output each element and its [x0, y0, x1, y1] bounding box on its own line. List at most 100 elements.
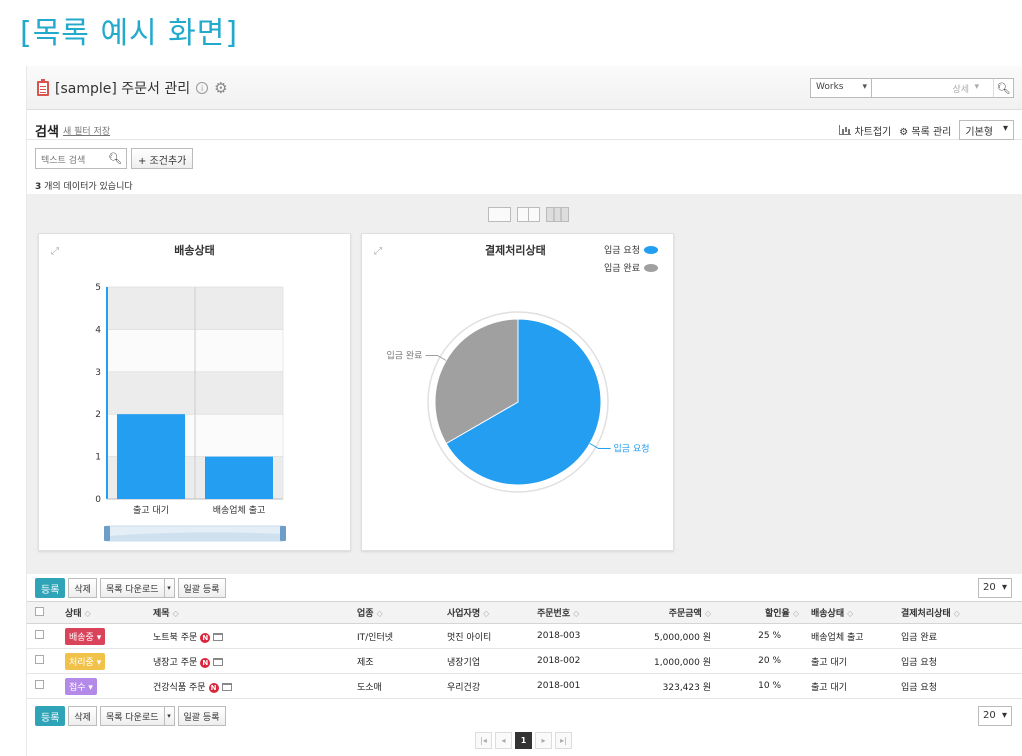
col-order-no[interactable]: 주문번호 ◇	[533, 601, 613, 624]
list-manage-button[interactable]: ⚙ 목록 관리	[899, 123, 951, 138]
gear-icon[interactable]: ⚙	[214, 80, 227, 96]
gear-icon: ⚙	[899, 126, 909, 138]
register-button[interactable]: 등록	[35, 578, 66, 598]
row-title[interactable]: 냉장고 주문	[153, 658, 197, 668]
table-row[interactable]: 처리중 ▾ 냉장고 주문 N 제조 냉장기업 2018-002 1,000,000…	[27, 648, 1022, 674]
select-all-checkbox[interactable]	[35, 606, 44, 616]
chevron-down-icon[interactable]: ▾	[164, 578, 175, 598]
header-search-input[interactable]: 상세	[872, 79, 993, 97]
prev-page-icon[interactable]: ◂	[495, 732, 512, 749]
search-scope-select[interactable]: Works	[811, 79, 872, 97]
status-badge-label: 배송중	[69, 632, 94, 643]
page-size-select[interactable]: 20	[978, 706, 1012, 726]
select-all-cell	[27, 601, 61, 624]
order-no-cell: 2018-003	[533, 623, 613, 649]
search-icon[interactable]: 🔍︎	[993, 79, 1013, 97]
row-select-cell	[27, 648, 61, 674]
save-filter-link[interactable]: 새 필터 저장	[63, 124, 110, 137]
payment-cell: 입금 완료	[897, 623, 1022, 649]
order-no-cell: 2018-002	[533, 648, 613, 674]
col-industry[interactable]: 업종 ◇	[353, 601, 443, 624]
y-tick-label: 1	[95, 453, 101, 463]
row-checkbox[interactable]	[35, 655, 44, 664]
col-status-label: 상태	[65, 609, 82, 619]
bulk-register-button[interactable]: 일괄 등록	[177, 578, 226, 598]
chevron-down-icon[interactable]: ▾	[164, 706, 175, 726]
discount-cell: 10 %	[727, 673, 807, 699]
col-discount[interactable]: 할인율 ◇	[727, 601, 807, 624]
search-bar: 검색 새 필터 저장 차트접기 ⚙ 목록 관리 기본형	[27, 110, 1022, 140]
industry-cell: 도소매	[353, 673, 443, 699]
payment-cell: 입금 요청	[897, 648, 1022, 674]
page-size-select[interactable]: 20	[978, 578, 1012, 598]
list-tools: 차트접기 ⚙ 목록 관리 기본형	[839, 120, 1014, 140]
chart-fold-button[interactable]: 차트접기	[839, 123, 891, 138]
title-cell[interactable]: 건강식품 주문 N	[149, 673, 353, 699]
popup-window-icon[interactable]	[213, 633, 224, 641]
add-condition-button[interactable]: + 조건추가	[131, 148, 194, 169]
title-cell[interactable]: 냉장고 주문 N	[149, 648, 353, 674]
discount-cell: 25 %	[727, 623, 807, 649]
page-number-current[interactable]: 1	[515, 732, 532, 749]
download-dropdown[interactable]: 목록 다운로드 ▾	[99, 706, 175, 726]
sort-icon: ◇	[483, 609, 490, 618]
filter-row: 텍스트 검색 🔍︎ + 조건추가	[35, 148, 194, 169]
col-shipping[interactable]: 배송상태 ◇	[807, 601, 897, 624]
col-status[interactable]: 상태 ◇	[61, 601, 149, 624]
legend-marker	[644, 264, 658, 272]
col-company[interactable]: 사업자명 ◇	[443, 601, 533, 624]
status-badge[interactable]: 배송중 ▾	[65, 627, 106, 645]
table-row[interactable]: 배송중 ▾ 노트북 주문 N IT/인터넷 멋진 아이티 2018-003 5,0…	[27, 623, 1022, 649]
table-toolbar-top: 등록 삭제 목록 다운로드 ▾ 일괄 등록	[35, 578, 226, 598]
search-icon[interactable]: 🔍︎	[108, 152, 122, 165]
download-dropdown[interactable]: 목록 다운로드 ▾	[99, 578, 175, 598]
legend-label: 입금 완료	[604, 262, 640, 274]
popup-window-icon[interactable]	[213, 658, 224, 666]
industry-cell: 제조	[353, 648, 443, 674]
company-cell: 냉장기업	[443, 648, 533, 674]
clipboard-icon	[37, 78, 49, 96]
delete-button[interactable]: 삭제	[68, 706, 97, 726]
row-title[interactable]: 건강식품 주문	[153, 683, 206, 693]
row-checkbox[interactable]	[35, 680, 44, 689]
col-amount-label: 주문금액	[668, 609, 702, 619]
row-checkbox[interactable]	[35, 630, 44, 639]
next-page-icon[interactable]: ▸	[535, 732, 552, 749]
col-payment[interactable]: 결제처리상태 ◇	[897, 601, 1022, 624]
payment-pie-chart: 입금 요청입금 완료입금 요청입금 완료	[386, 244, 658, 493]
col-amount[interactable]: 주문금액 ◇	[613, 601, 727, 624]
shipping-cell: 출고 대기	[807, 673, 897, 699]
register-button[interactable]: 등록	[35, 706, 66, 726]
bulk-register-button[interactable]: 일괄 등록	[177, 706, 226, 726]
table-header-row: 상태 ◇ 제목 ◇ 업종 ◇ 사업자명 ◇ 주문번호 ◇ 주문금액 ◇ 할인율 ◇ 배송상태 ◇…	[27, 601, 1022, 624]
shipping-cell: 배송업체 출고	[807, 623, 897, 649]
col-order-no-label: 주문번호	[537, 609, 571, 619]
new-badge: N	[200, 632, 211, 643]
amount-cell: 1,000,000 원	[613, 648, 727, 674]
row-select-cell	[27, 623, 61, 649]
last-page-icon[interactable]: ▸|	[555, 732, 572, 749]
new-badge: N	[208, 682, 219, 693]
table-row[interactable]: 접수 ▾ 건강식품 주문 N 도소매 우리건강 2018-001 323,423 …	[27, 673, 1022, 699]
status-badge[interactable]: 접수 ▾	[65, 677, 97, 695]
info-icon[interactable]: i	[196, 82, 209, 94]
sort-icon: ◇	[573, 609, 580, 618]
row-title[interactable]: 노트북 주문	[153, 633, 197, 643]
layout-one-column-button[interactable]	[488, 207, 511, 222]
title-cell[interactable]: 노트북 주문 N	[149, 623, 353, 649]
y-tick-label: 2	[95, 410, 101, 420]
layout-three-column-button[interactable]	[546, 207, 569, 222]
row-select-cell	[27, 673, 61, 699]
payment-cell: 입금 요청	[897, 673, 1022, 699]
first-page-icon[interactable]: |◂	[475, 732, 492, 749]
status-badge[interactable]: 처리중 ▾	[65, 652, 106, 670]
view-type-select[interactable]: 기본형	[959, 120, 1014, 140]
col-title[interactable]: 제목 ◇	[149, 601, 353, 624]
download-button[interactable]: 목록 다운로드	[99, 706, 165, 726]
download-button[interactable]: 목록 다운로드	[99, 578, 165, 598]
layout-two-column-button[interactable]	[517, 207, 540, 222]
popup-window-icon[interactable]	[221, 683, 232, 691]
header-search: Works 상세 🔍︎	[810, 78, 1014, 98]
text-search-input[interactable]: 텍스트 검색 🔍︎	[35, 148, 127, 169]
delete-button[interactable]: 삭제	[68, 578, 97, 598]
